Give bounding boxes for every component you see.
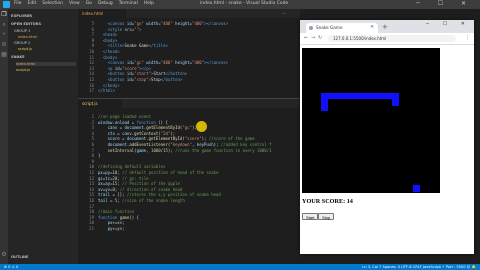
browser-window-controls[interactable]: ─ ☐ ✕ (426, 21, 471, 27)
js-editor-pane[interactable]: 1//on page loaded event 2 window.onload = … (78, 108, 300, 264)
menu-bar: File Edit Selection View Go Debug Terminal Help (14, 1, 160, 6)
snake-segment (392, 93, 399, 106)
reload-icon[interactable]: ↻ (318, 35, 322, 41)
more-actions-icon[interactable]: ⋯ (278, 9, 296, 18)
menu-file[interactable]: File (14, 1, 22, 6)
activity-bar: ❐ ⌕ ⑂ ⊘ ▦ ⚙ (0, 9, 8, 264)
menu-edit[interactable]: Edit (28, 1, 37, 6)
status-info[interactable]: Ln 3, Col 7 Spaces: 4 UTF-8 CRLF JavaScr… (362, 264, 476, 270)
browser-menu-icon[interactable]: ⋮ (465, 35, 470, 41)
problems-indicator[interactable]: ⊗ 0 ⚠ 0 (4, 264, 18, 270)
page-favicon-icon (309, 26, 313, 30)
html-editor-pane[interactable]: 5 <canvas id="go" width="400" height="40… (78, 18, 300, 98)
menu-help[interactable]: Help (144, 1, 154, 6)
group1-header[interactable]: GROUP 1 (14, 29, 30, 33)
editor-tabs-bottom: script.js (78, 98, 300, 108)
explorer-sidebar: EXPLORER OPEN EDITORS GROUP 1 index.html… (8, 9, 78, 264)
code-line: </html> (98, 88, 115, 94)
apple (413, 185, 420, 192)
line-number: 21 (89, 226, 94, 231)
browser-tab-bar: Snake Game ✕ + ─ ☐ ✕ (300, 20, 474, 33)
line-number: 17 (89, 88, 94, 94)
file-tree-item[interactable]: index.html (16, 62, 76, 66)
forward-icon[interactable]: → (311, 35, 315, 41)
menu-terminal[interactable]: Terminal (119, 1, 138, 6)
mouse-cursor-highlight (196, 121, 207, 132)
new-tab-icon[interactable]: + (382, 23, 388, 31)
vscode-title-bar: File Edit Selection View Go Debug Terminal Help… (0, 0, 480, 9)
vscode-logo-icon (3, 1, 10, 8)
browser-tab-title: Snake Game (316, 25, 343, 30)
code-line: } (98, 153, 101, 159)
editor-tabs-top: index.html ⋯ (78, 9, 300, 18)
stop-button[interactable]: Stop (318, 213, 335, 220)
snake-segment (321, 93, 328, 111)
score-display: YOUR SCORE: 14 (302, 198, 353, 205)
extensions-icon[interactable]: ▦ (1, 52, 7, 58)
back-icon[interactable]: ← (304, 35, 308, 41)
open-editor-item[interactable]: script.js (18, 47, 32, 51)
search-icon[interactable]: ⌕ (1, 22, 7, 28)
code-line: setInterval(game, 1000/15); //runs the g… (107, 147, 272, 153)
start-button[interactable]: Start (302, 213, 319, 220)
tab-script-js[interactable]: script.js (78, 99, 122, 108)
explorer-icon[interactable]: ❐ (1, 12, 7, 18)
menu-go[interactable]: Go (86, 1, 92, 6)
source-control-icon[interactable]: ⑂ (1, 32, 7, 38)
settings-gear-icon[interactable]: ⚙ (1, 252, 7, 258)
code-line: tail = 5; //size of the snake length (98, 198, 185, 203)
code-line: py+=yv; (107, 226, 125, 231)
menu-debug[interactable]: Debug (98, 1, 113, 6)
explorer-title: EXPLORER (11, 14, 33, 18)
open-editor-item[interactable]: index.html (18, 35, 37, 39)
menu-view[interactable]: View (69, 1, 80, 6)
snake-segment (321, 93, 399, 99)
debug-icon[interactable]: ⊘ (1, 42, 7, 48)
window-title: index.html - snake - Visual Studio Code (200, 1, 289, 6)
browser-window: Snake Game ✕ + ─ ☐ ✕ ← → ↻ 127.0.0.1:550… (300, 20, 474, 254)
status-bar: ⊗ 0 ⚠ 0 Ln 3, Col 7 Spaces: 4 UTF-8 CRLF… (0, 264, 480, 270)
close-tab-icon[interactable]: ✕ (370, 23, 374, 33)
game-canvas[interactable] (302, 48, 440, 193)
file-tree-item[interactable]: script.js (16, 68, 30, 72)
window-controls[interactable]: ─ ☐ ✕ (416, 0, 474, 7)
tab-index-html[interactable]: index.html (78, 9, 126, 18)
outline-header[interactable]: OUTLINE (11, 255, 29, 259)
group2-header[interactable]: GROUP 2 (14, 41, 30, 45)
folder-header[interactable]: SNAKE (11, 55, 25, 59)
browser-toolbar: ← → ↻ 127.0.0.1:5500/index.html ⋮ (300, 33, 474, 45)
open-editors-header[interactable]: OPEN EDITORS (11, 22, 41, 26)
menu-selection[interactable]: Selection (42, 1, 63, 6)
browser-tab[interactable]: Snake Game ✕ (306, 23, 378, 33)
address-bar[interactable]: 127.0.0.1:5500/index.html (328, 35, 456, 42)
